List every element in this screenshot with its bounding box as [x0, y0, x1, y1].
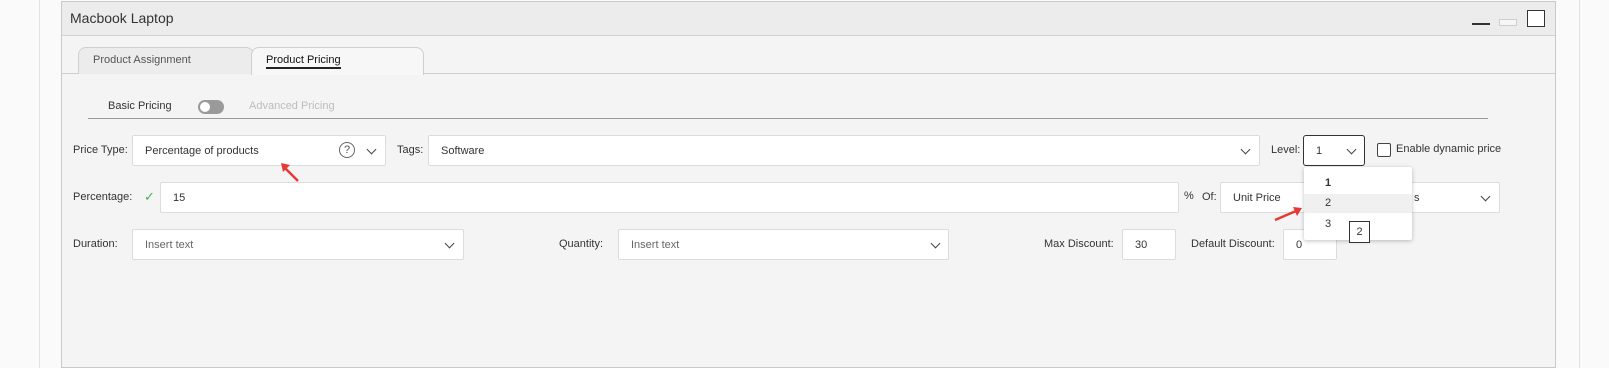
maximize-icon[interactable] — [1527, 10, 1545, 27]
of-label: Of: — [1202, 191, 1217, 203]
level-option-1[interactable]: 1 — [1304, 174, 1412, 193]
percentage-input[interactable]: 15 — [160, 182, 1179, 213]
percent-unit: % — [1184, 190, 1194, 202]
window-title: Macbook Laptop — [70, 10, 174, 26]
quantity-select[interactable]: Insert text — [618, 229, 949, 260]
tags-label: Tags: — [397, 144, 424, 156]
advanced-pricing-label: Advanced Pricing — [249, 100, 335, 112]
minimize-icon[interactable] — [1472, 23, 1490, 25]
tab-label: Product Pricing — [266, 54, 341, 69]
percentage-value: 15 — [173, 192, 186, 204]
tab-product-assignment[interactable]: Product Assignment — [78, 47, 254, 74]
max-discount-label: Max Discount: — [1044, 238, 1114, 250]
quantity-label: Quantity: — [559, 238, 604, 250]
tags-select[interactable]: Software — [428, 135, 1260, 166]
quantity-placeholder: Insert text — [631, 239, 680, 251]
level-select[interactable]: 1 — [1303, 135, 1365, 166]
window-header: Macbook Laptop — [62, 2, 1555, 36]
duration-placeholder: Insert text — [145, 239, 194, 251]
annotation-arrow-icon — [1274, 207, 1302, 222]
of-partial-value: s — [1414, 192, 1420, 204]
dynamic-price-checkbox[interactable] — [1377, 143, 1391, 157]
tab-product-pricing[interactable]: Product Pricing — [251, 47, 424, 75]
tab-label: Product Assignment — [93, 54, 191, 66]
option-tooltip: 2 — [1349, 221, 1370, 243]
check-icon: ✓ — [144, 189, 155, 204]
of-value: Unit Price — [1233, 192, 1281, 204]
tab-bar: Product Assignment Product Pricing — [62, 37, 1555, 75]
basic-pricing-label: Basic Pricing — [108, 100, 172, 112]
dynamic-price-label: Enable dynamic price — [1396, 143, 1502, 155]
default-discount-value: 0 — [1296, 239, 1303, 251]
toggle-knob — [200, 102, 210, 112]
pricing-mode-toggle[interactable] — [198, 100, 224, 114]
default-discount-label: Default Discount: — [1191, 238, 1275, 250]
percentage-label: Percentage: — [73, 191, 133, 203]
duration-select[interactable]: Insert text — [132, 229, 464, 260]
price-type-label: Price Type: — [73, 144, 128, 156]
restore-icon[interactable] — [1499, 19, 1517, 26]
price-type-value: Percentage of products — [145, 145, 259, 157]
divider — [88, 118, 1488, 119]
help-icon[interactable]: ? — [339, 142, 355, 158]
max-discount-value: 30 — [1135, 239, 1148, 251]
max-discount-input[interactable]: 30 — [1122, 229, 1176, 260]
level-value: 1 — [1316, 145, 1323, 157]
level-label: Level: — [1271, 144, 1301, 156]
level-option-2[interactable]: 2 — [1304, 194, 1412, 213]
annotation-arrow-icon — [281, 163, 299, 182]
duration-label: Duration: — [73, 238, 118, 250]
tags-value: Software — [441, 145, 485, 157]
